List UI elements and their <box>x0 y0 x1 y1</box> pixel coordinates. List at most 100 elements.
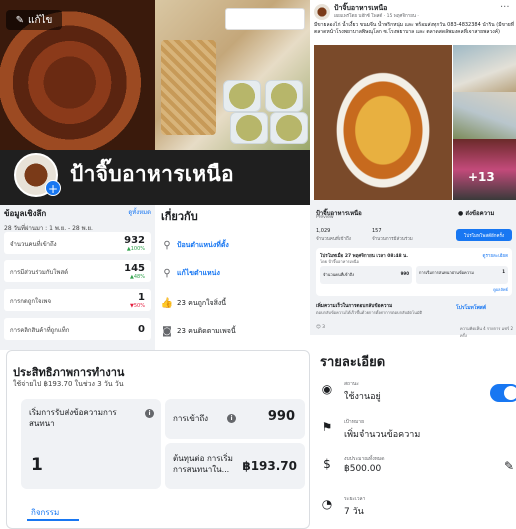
detail-row-goal: ⚑ เป้าหมาย เพิ่มจำนวนข้อความ <box>318 418 514 444</box>
detail-label: สถานะ <box>344 381 359 387</box>
page-cover: ✎ แก้ไข + ป้าจิ๊บอาหารเหนือ <box>0 0 310 205</box>
about-row-followers: ◙ 23 คนติดตามเพจนี้ <box>161 325 236 337</box>
performance-panel: ประสิทธิภาพการทำงาน ใช้จ่ายไป ฿193.70 ใน… <box>6 350 310 529</box>
perf-card-cost[interactable]: ต้นทุนต่อ การเริ่มการสนทนาใน... ฿193.70 <box>165 443 305 489</box>
metric-label: การมีส่วนร่วมกับโพสต์ <box>10 269 69 276</box>
metric-page-likes[interactable]: การกดถูกใจเพจ 1 ▼50% <box>4 289 151 311</box>
perf-card-conversations[interactable]: เริ่มการรับส่งข้อความการสนทนา i 1 <box>21 399 161 489</box>
rss-icon: ◙ <box>162 325 172 337</box>
mid-sub: Preview <box>316 215 334 220</box>
metric-change: ▼50% <box>130 303 145 309</box>
metric-label: การกดถูกใจเพจ <box>10 298 51 305</box>
jar <box>223 80 261 112</box>
about-row-text: แก้ไขตำแหน่ง <box>177 268 220 277</box>
jar <box>270 112 308 144</box>
about-row-edit-location[interactable]: ⚲ แก้ไขตำแหน่ง <box>161 267 220 279</box>
detail-label: งบประมาณทั้งหมด <box>344 456 385 462</box>
info-icon[interactable]: i <box>145 409 154 418</box>
post-insights-card: ป้าจิ๊บอาหารเหนือ Preview ● ส่งข้อความ 1… <box>310 200 516 338</box>
see-results-link[interactable]: ดูผลลัพธ์ <box>493 286 508 293</box>
metric-engagement[interactable]: การมีส่วนร่วมกับโพสต์ 145 ▲48% <box>4 260 151 282</box>
insights-panel: ข้อมูลเชิงลึก ดูทั้งหมด 28 วันที่ผ่านมา … <box>0 205 155 350</box>
status-toggle[interactable] <box>490 384 516 402</box>
about-row-location[interactable]: ⚲ ป้อนตำแหน่งที่ตั้ง <box>161 239 229 251</box>
send-message-label: ส่งข้อความ <box>465 210 495 217</box>
about-panel: เกี่ยวกับ ⚲ ป้อนตำแหน่งที่ตั้ง ⚲ แก้ไขตำ… <box>155 205 310 350</box>
cta-subtitle: ตอบกลับข้อความได้เร็วขึ้นด้วยการตั้งค่าก… <box>316 310 423 315</box>
perf-card-value: 1 <box>31 455 43 475</box>
money-icon: $ <box>323 457 331 471</box>
boost-metric-value: 990 <box>400 271 409 276</box>
metric-change: ▲100% <box>126 246 145 252</box>
about-title: เกี่ยวกับ <box>161 210 198 223</box>
reaction-count[interactable]: 😊 3 <box>316 325 325 330</box>
insights-see-all-link[interactable]: ดูทั้งหมด <box>128 207 151 217</box>
detail-row-budget: $ งบประมาณทั้งหมด ฿500.00 ✎ <box>318 455 514 481</box>
post-card: ป้าจิ๊บอาหารเหนือ เผยแพร่โดย บอ๊กซ์ โพสต… <box>310 0 516 200</box>
send-message-button[interactable]: ● ส่งข้อความ <box>458 208 494 218</box>
mid-stat-label: จำนวนการมีส่วนร่วม <box>372 237 413 242</box>
edit-budget-icon[interactable]: ✎ <box>504 459 514 473</box>
about-row-likes: 👍 23 คนถูกใจสิ่งนี้ <box>161 297 226 309</box>
boost-summary: โปรโมทเมื่อ 27 พฤศจิกายน เวลา 08:48 น. โ… <box>316 248 512 296</box>
perf-card-label: ต้นทุนต่อ การเริ่มการสนทนาใน... <box>173 454 233 474</box>
metric-reach[interactable]: จำนวนคนที่เข้าถึง 932 ▲100% <box>4 232 151 254</box>
perf-card-value: ฿193.70 <box>242 459 297 473</box>
boost-again-button[interactable]: โปรโมทโพสต์อีกครั้ง <box>456 229 512 241</box>
more-photos-count[interactable]: +13 <box>468 170 495 184</box>
about-row-text: 23 คนถูกใจสิ่งนี้ <box>177 298 227 307</box>
perf-card-label: การเข้าถึง <box>173 414 209 423</box>
clock-icon: ◔ <box>321 497 333 511</box>
detail-row-duration: ◔ ระยะเวลา 7 วัน <box>318 495 514 521</box>
perf-card-value: 990 <box>267 409 295 424</box>
metric-change: ▲48% <box>130 274 145 280</box>
page-title: ป้าจิ๊บอาหารเหนือ <box>70 162 234 186</box>
detail-row-status: ◉ สถานะ ใช้งานอยู่ <box>318 380 516 406</box>
post-text: มีขายลองไก่ น้ำเงี้ยว ขนมจีน น้ำพริกหนุ่… <box>314 22 514 35</box>
cover-photo-food[interactable] <box>155 0 310 150</box>
post-author-avatar[interactable] <box>314 4 330 20</box>
detail-value: ใช้งานอยู่ <box>344 392 381 402</box>
status-icon: ◉ <box>321 382 333 396</box>
tab-activity[interactable]: กิจกรรม <box>31 506 59 519</box>
add-photo-icon[interactable]: + <box>45 180 61 196</box>
comments-shares-count[interactable]: ความคิดเห็น 4 รายการ แชร์ 2 ครั้ง <box>460 325 516 339</box>
tab-active-indicator <box>27 519 79 521</box>
detail-value: เพิ่มจำนวนข้อความ <box>344 430 421 440</box>
about-row-text: ป้อนตำแหน่งที่ตั้ง <box>177 240 229 249</box>
post-photo-thumb[interactable] <box>453 45 516 92</box>
metric-value: 0 <box>138 324 145 335</box>
detail-value: ฿500.00 <box>344 464 382 474</box>
flag-icon: ⚑ <box>321 420 333 434</box>
metric-value: 932 <box>124 235 145 246</box>
metric-value: 1 <box>138 292 145 303</box>
label-sticker <box>225 8 305 30</box>
post-photo-main[interactable] <box>314 45 452 200</box>
boost-metric-conversations: การเริ่มการสนทนาผ่านข้อความ 1 <box>416 266 508 284</box>
metric-label: การคลิกสินค้าที่ถูกแท็ก <box>10 327 70 334</box>
metric-label: จำนวนคนที่เข้าถึง <box>10 241 57 248</box>
edit-cover-button[interactable]: ✎ แก้ไข <box>6 10 62 30</box>
mid-stat-value: 1,029 <box>316 228 331 234</box>
jar <box>230 112 268 144</box>
boost-metric-reach: จำนวนคนที่เข้าถึง 990 <box>320 266 412 284</box>
pin-icon: ⚲ <box>163 239 171 251</box>
more-options-icon[interactable]: ··· <box>500 2 510 13</box>
pin-icon: ⚲ <box>163 267 171 279</box>
boost-metric-label: จำนวนคนที่เข้าถึง <box>323 272 355 277</box>
promote-post-link[interactable]: โปรโมทโพสต์ <box>456 304 486 312</box>
thumbs-up-icon: 👍 <box>160 297 174 309</box>
about-row-text: 23 คนติดตามเพจนี้ <box>177 326 236 335</box>
jar <box>265 80 303 112</box>
info-icon[interactable]: i <box>227 414 236 423</box>
post-photo-thumb[interactable] <box>453 92 516 139</box>
perf-card-reach[interactable]: การเข้าถึง i 990 <box>165 399 305 439</box>
detail-value: 7 วัน <box>344 507 364 517</box>
detail-label: เป้าหมาย <box>344 419 365 425</box>
details-title: รายละเอียด <box>320 355 386 370</box>
detail-label: ระยะเวลา <box>344 496 366 502</box>
see-details-link[interactable]: ดูรายละเอียด <box>483 252 508 259</box>
mid-stat-value: 157 <box>372 228 382 234</box>
cta-title: เพิ่มความเร็วในการตอบกลับข้อความ <box>316 304 393 309</box>
metric-product-clicks[interactable]: การคลิกสินค้าที่ถูกแท็ก 0 <box>4 318 151 340</box>
